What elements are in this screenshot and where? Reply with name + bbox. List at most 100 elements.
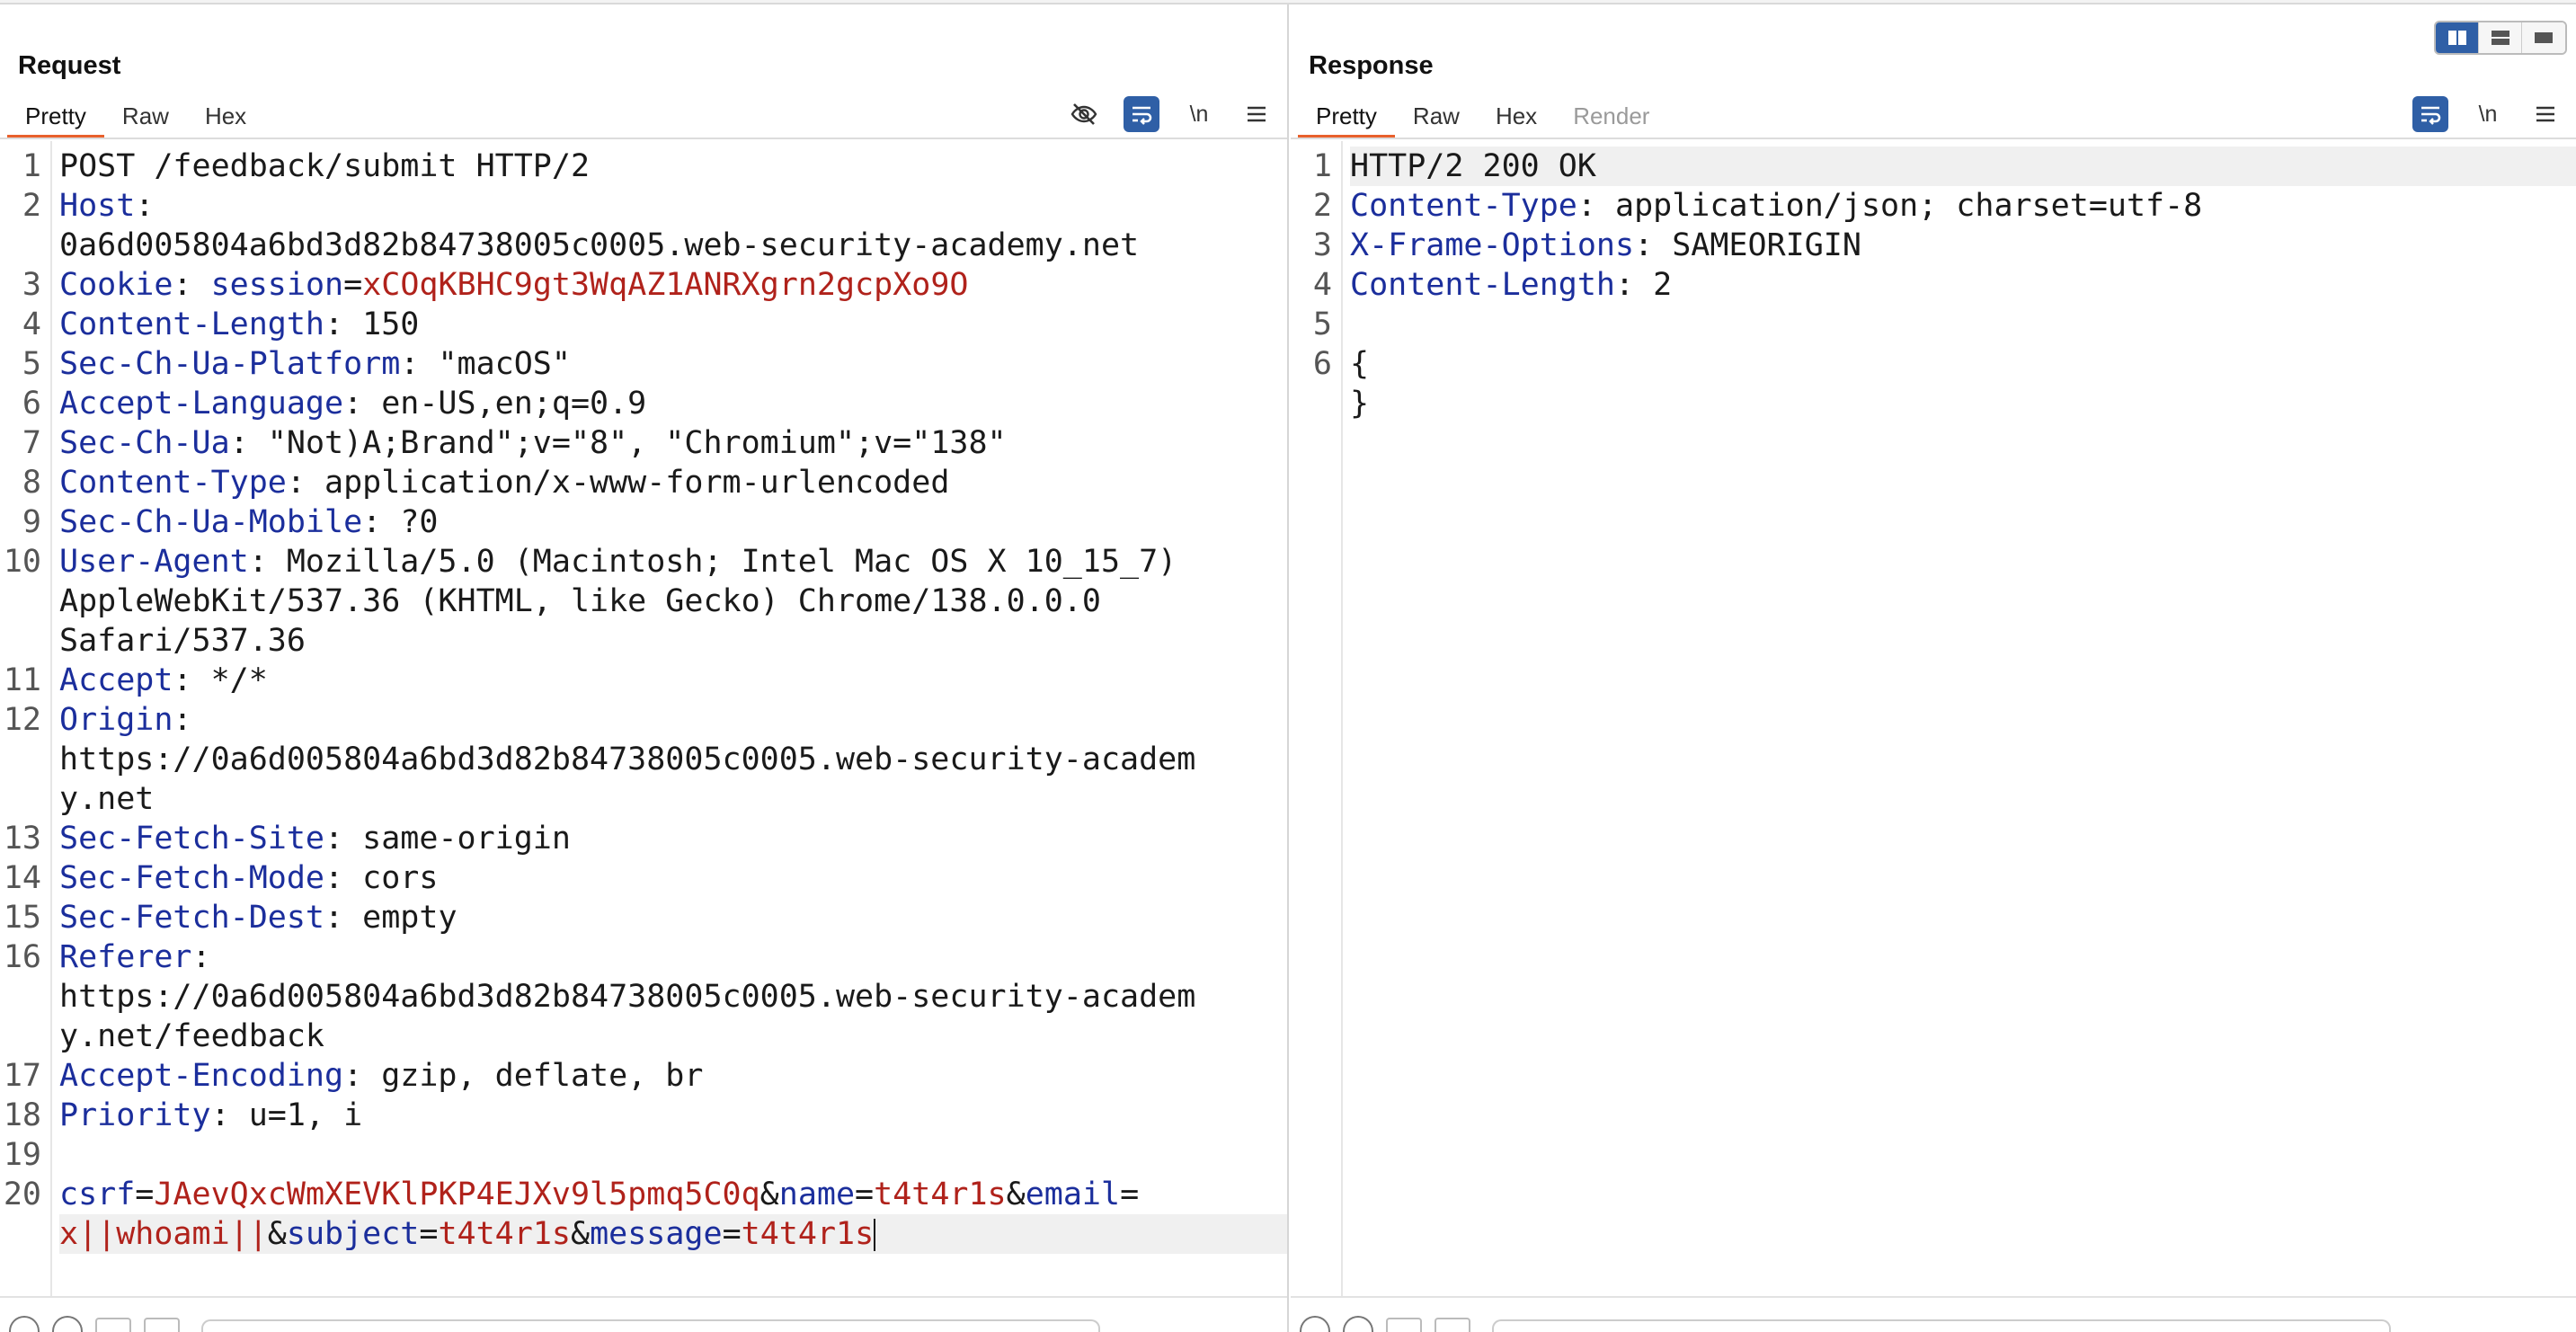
response-tab-divider bbox=[1291, 138, 2576, 139]
request-tabs: Pretty Raw Hex bbox=[7, 94, 264, 138]
hamburger-menu-icon[interactable] bbox=[2527, 96, 2563, 132]
text-token: : */* bbox=[173, 662, 268, 698]
header-key: Content-Length bbox=[1350, 267, 1616, 303]
line-content: Cookie: session=xCOqKBHC9gt3WqAZ1ANRXgrn… bbox=[59, 265, 1271, 305]
request-editor[interactable]: 1 POST /feedback/submit HTTP/2 2 Host: 0a6d0… bbox=[0, 141, 1287, 1296]
response-tab-render[interactable]: Render bbox=[1555, 94, 1667, 138]
code-line: 16 Referer: https://0a6d005804a6bd3d82b847… bbox=[0, 937, 1271, 1056]
line-number: 3 bbox=[1312, 227, 1332, 263]
line-content: POST /feedback/submit HTTP/2 bbox=[59, 147, 1271, 186]
param-value: JAevQxcWmXEVKlPKP4EJXv9l5pmq5C0q bbox=[154, 1177, 760, 1212]
code-line: 1 POST /feedback/submit HTTP/2 bbox=[0, 147, 1271, 186]
single-pane-icon[interactable] bbox=[2522, 22, 2565, 53]
text-token: : en-US,en;q=0.9 bbox=[343, 386, 647, 422]
previous-match-button[interactable] bbox=[95, 1318, 131, 1332]
next-match-button[interactable] bbox=[144, 1318, 180, 1332]
text-token: AppleWebKit/537.36 (KHTML, like Gecko) C… bbox=[59, 583, 1101, 619]
wrapped-row: Sec-Fetch-Mode: cors bbox=[59, 858, 1271, 898]
previous-match-button[interactable] bbox=[1386, 1318, 1422, 1332]
request-tab-raw[interactable]: Raw bbox=[104, 94, 187, 138]
header-key: Content-Type bbox=[59, 465, 287, 501]
word-wrap-icon[interactable] bbox=[1124, 96, 1159, 132]
code-line: 7 Sec-Ch-Ua: "Not)A;Brand";v="8", "Chromi… bbox=[0, 423, 1271, 463]
text-token: https://0a6d005804a6bd3d82b84738005c0005… bbox=[59, 979, 1196, 1015]
code-line: 18 Priority: u=1, i bbox=[0, 1096, 1271, 1135]
code-line: 2 Host: 0a6d005804a6bd3d82b84738005c0005.w… bbox=[0, 186, 1271, 265]
newline-toggle[interactable]: \n bbox=[2470, 96, 2506, 132]
line-number: 1 bbox=[22, 148, 41, 184]
text-token: : SAMEORIGIN bbox=[1634, 227, 1861, 263]
line-number: 3 bbox=[22, 267, 41, 303]
wrapped-row: Cookie: session=xCOqKBHC9gt3WqAZ1ANRXgrn… bbox=[59, 265, 1271, 305]
help-icon[interactable] bbox=[1300, 1316, 1330, 1332]
text-token: & bbox=[1006, 1177, 1026, 1212]
wrapped-row: Sec-Ch-Ua-Platform: "macOS" bbox=[59, 344, 1271, 384]
settings-icon[interactable] bbox=[1343, 1316, 1373, 1332]
text-token: & bbox=[759, 1177, 779, 1212]
split-vertical-icon[interactable] bbox=[2436, 22, 2479, 53]
wrapped-row: Sec-Ch-Ua: "Not)A;Brand";v="8", "Chromiu… bbox=[59, 423, 1271, 463]
text-token: Safari/537.36 bbox=[59, 623, 306, 659]
text-token: : gzip, deflate, br bbox=[343, 1058, 704, 1094]
text-token: = bbox=[1120, 1177, 1140, 1212]
response-search-input[interactable] bbox=[1492, 1319, 2391, 1332]
param-value: xCOqKBHC9gt3WqAZ1ANRXgrn2gcpXo9O bbox=[362, 267, 969, 303]
request-title: Request bbox=[18, 51, 121, 80]
wrapped-row: Accept: */* bbox=[59, 661, 1271, 700]
response-tab-hex[interactable]: Hex bbox=[1478, 94, 1555, 138]
word-wrap-icon[interactable] bbox=[2412, 96, 2448, 132]
response-tabs: Pretty Raw Hex Render bbox=[1298, 94, 1667, 138]
line-content: Host: 0a6d005804a6bd3d82b84738005c0005.we… bbox=[59, 186, 1271, 265]
response-tab-pretty[interactable]: Pretty bbox=[1298, 94, 1395, 138]
response-toolbar: \n bbox=[2412, 96, 2563, 132]
line-content: X-Frame-Options: SAMEORIGIN bbox=[1350, 226, 2560, 265]
wrapped-row: https://0a6d005804a6bd3d82b84738005c0005… bbox=[59, 977, 1271, 1017]
line-content: Priority: u=1, i bbox=[59, 1096, 1271, 1135]
header-key: X-Frame-Options bbox=[1350, 227, 1635, 263]
line-number: 18 bbox=[3, 1097, 41, 1133]
hamburger-menu-icon[interactable] bbox=[1239, 96, 1275, 132]
wrapped-row: csrf=JAevQxcWmXEVKlPKP4EJXv9l5pmq5C0q&na… bbox=[59, 1175, 1271, 1214]
request-search-input[interactable] bbox=[201, 1319, 1100, 1332]
wrapped-row: Origin: bbox=[59, 700, 1271, 740]
line-number: 20 bbox=[3, 1177, 41, 1212]
help-icon[interactable] bbox=[9, 1316, 40, 1332]
split-horizontal-icon[interactable] bbox=[2479, 22, 2522, 53]
newline-toggle[interactable]: \n bbox=[1181, 96, 1217, 132]
line-number: 10 bbox=[3, 544, 41, 580]
line-number: 15 bbox=[3, 900, 41, 936]
text-token: : bbox=[191, 939, 211, 975]
header-key: Accept bbox=[59, 662, 173, 698]
line-number: 2 bbox=[1312, 188, 1332, 224]
line-number: 6 bbox=[22, 386, 41, 422]
wrapped-row: AppleWebKit/537.36 (KHTML, like Gecko) C… bbox=[59, 582, 1271, 621]
request-tab-pretty[interactable]: Pretty bbox=[7, 94, 104, 138]
code-line: 9 Sec-Ch-Ua-Mobile: ?0 bbox=[0, 502, 1271, 542]
request-tab-hex[interactable]: Hex bbox=[187, 94, 264, 138]
wrapped-row: } bbox=[1350, 384, 2560, 423]
text-token: = bbox=[419, 1216, 439, 1252]
header-key: Sec-Fetch-Dest bbox=[59, 900, 325, 936]
line-content: Content-Type: application/json; charset=… bbox=[1350, 186, 2560, 226]
line-content: Sec-Fetch-Dest: empty bbox=[59, 898, 1271, 937]
param-value: x||whoami|| bbox=[59, 1216, 268, 1252]
eye-slash-icon[interactable] bbox=[1066, 96, 1102, 132]
code-line: 11 Accept: */* bbox=[0, 661, 1271, 700]
settings-icon[interactable] bbox=[52, 1316, 83, 1332]
line-content: Content-Length: 150 bbox=[59, 305, 1271, 344]
next-match-button[interactable] bbox=[1435, 1318, 1470, 1332]
text-token: : cors bbox=[324, 860, 439, 896]
text-token: : "macOS" bbox=[400, 346, 571, 382]
code-line: 5 Sec-Ch-Ua-Platform: "macOS" bbox=[0, 344, 1271, 384]
code-line: 4 Content-Length: 150 bbox=[0, 305, 1271, 344]
text-token: } bbox=[1350, 386, 1370, 422]
line-content: User-Agent: Mozilla/5.0 (Macintosh; Inte… bbox=[59, 542, 1271, 661]
header-key: Sec-Ch-Ua-Mobile bbox=[59, 504, 363, 540]
code-line: 13 Sec-Fetch-Site: same-origin bbox=[0, 819, 1271, 858]
code-line: 14 Sec-Fetch-Mode: cors bbox=[0, 858, 1271, 898]
code-line: 6 {} bbox=[1291, 344, 2560, 423]
response-editor[interactable]: 1 HTTP/2 200 OK 2 Content-Type: application… bbox=[1291, 141, 2576, 1296]
text-token: = bbox=[135, 1177, 155, 1212]
response-tab-raw[interactable]: Raw bbox=[1395, 94, 1478, 138]
line-number: 5 bbox=[22, 346, 41, 382]
